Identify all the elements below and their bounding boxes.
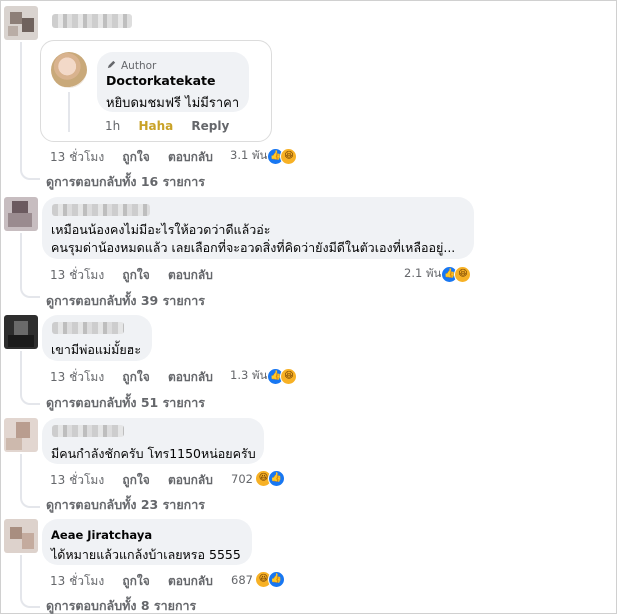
reaction-count: 3.1 พัน bbox=[230, 148, 268, 162]
reply-actions: 1h Haha Reply bbox=[105, 119, 243, 133]
comment-time: 13 ชั่วโมง bbox=[50, 268, 105, 282]
reaction-count: 687 bbox=[231, 572, 253, 587]
thread-line bbox=[20, 278, 40, 298]
comment-time: 13 ชั่วโมง bbox=[50, 370, 105, 384]
like-button[interactable]: ถูกใจ bbox=[122, 473, 149, 487]
reply-text: หยิบดมชมฟรี ไม่มีราคา bbox=[106, 96, 240, 111]
reply-button[interactable]: Reply bbox=[191, 119, 229, 133]
comment-actions: 13 ชั่วโมง ถูกใจ ตอบกลับ bbox=[50, 266, 227, 285]
comment-time: 13 ชั่วโมง bbox=[50, 574, 105, 588]
thread-line bbox=[20, 42, 22, 167]
reply-time: 1h bbox=[105, 119, 121, 133]
reply-button[interactable]: ตอบกลับ bbox=[168, 268, 213, 282]
haha-reaction-icon: 😆 bbox=[280, 147, 298, 165]
haha-reaction-icon: 😆 bbox=[454, 265, 472, 283]
reaction-count: 1.3 พัน bbox=[230, 368, 268, 382]
author-badge: Author bbox=[106, 59, 156, 73]
reply-button[interactable]: ตอบกลับ bbox=[168, 473, 213, 487]
reaction-count: 702 bbox=[231, 471, 253, 486]
comment-time: 13 ชั่วโมง bbox=[50, 473, 105, 487]
view-replies-link[interactable]: ดูการตอบกลับทั้ง 51 รายการ bbox=[46, 393, 205, 413]
comment-time: 13 ชั่วโมง bbox=[50, 150, 105, 164]
author-badge-label: Author bbox=[121, 60, 157, 72]
like-button[interactable]: ถูกใจ bbox=[122, 574, 149, 588]
thread-line bbox=[20, 488, 40, 508]
avatar[interactable] bbox=[4, 6, 38, 40]
commenter-name[interactable]: Aeae Jiratchaya bbox=[51, 528, 152, 542]
comment-text: เขามีพ่อแม่มั้ยฮะ bbox=[51, 342, 142, 357]
comment-actions: 13 ชั่วโมง ถูกใจ ตอบกลับ bbox=[50, 572, 227, 591]
comment-text: ได้หมายแล้วแกล้งบ้าเลยหรอ 5555 bbox=[51, 547, 241, 562]
comment-text-line: คนรุมด่าน้องหมดแล้ว เลยเลือกที่จะอวดสิ่ง… bbox=[51, 240, 456, 255]
view-replies-link[interactable]: ดูการตอบกลับทั้ง 8 รายการ bbox=[46, 596, 196, 616]
like-reaction-icon: 👍 bbox=[267, 571, 285, 588]
reaction-summary[interactable]: 702 😆 👍 bbox=[231, 470, 285, 487]
reaction-summary[interactable]: 1.3 พัน 👍 😆 bbox=[230, 367, 298, 385]
thread-line bbox=[20, 160, 40, 180]
author-avatar[interactable] bbox=[51, 52, 87, 88]
reaction-summary[interactable]: 3.1 พัน 👍 😆 bbox=[230, 147, 298, 165]
view-replies-link[interactable]: ดูการตอบกลับทั้ง 23 รายการ bbox=[46, 495, 205, 515]
reaction-count: 2.1 พัน bbox=[404, 266, 442, 280]
thread-line bbox=[68, 92, 70, 132]
commenter-name-blurred[interactable] bbox=[52, 204, 150, 216]
like-reaction-icon: 👍 bbox=[267, 470, 285, 487]
avatar[interactable] bbox=[4, 519, 38, 553]
reply-button[interactable]: ตอบกลับ bbox=[168, 574, 213, 588]
like-button[interactable]: ถูกใจ bbox=[122, 268, 149, 282]
pencil-icon bbox=[106, 59, 117, 73]
commenter-name-blurred[interactable] bbox=[52, 322, 124, 334]
commenter-name-blurred[interactable] bbox=[52, 14, 132, 28]
thread-line bbox=[20, 588, 40, 608]
haha-reaction-button[interactable]: Haha bbox=[138, 119, 173, 133]
reply-button[interactable]: ตอบกลับ bbox=[168, 150, 213, 164]
reply-button[interactable]: ตอบกลับ bbox=[168, 370, 213, 384]
reaction-summary[interactable]: 687 😆 👍 bbox=[231, 571, 285, 588]
reaction-summary[interactable]: 2.1 พัน 👍 😆 bbox=[404, 265, 472, 283]
comment-text-line: เหมือนน้องคงไม่มีอะไรให้อวดว่าดีแล้วอ่ะ bbox=[51, 222, 271, 237]
haha-reaction-icon: 😆 bbox=[280, 367, 298, 385]
commenter-name-blurred[interactable] bbox=[52, 425, 124, 437]
like-button[interactable]: ถูกใจ bbox=[122, 150, 149, 164]
avatar[interactable] bbox=[4, 315, 38, 349]
comment-actions: 13 ชั่วโมง ถูกใจ ตอบกลับ bbox=[50, 368, 227, 387]
thread-line bbox=[20, 385, 40, 405]
comment-text: มีคนกำลังชักครับ โทร1150หน่อยครับ bbox=[51, 446, 256, 461]
like-button[interactable]: ถูกใจ bbox=[122, 370, 149, 384]
avatar[interactable] bbox=[4, 418, 38, 452]
thread-line bbox=[20, 233, 22, 283]
avatar[interactable] bbox=[4, 197, 38, 231]
comment-actions: 13 ชั่วโมง ถูกใจ ตอบกลับ bbox=[50, 471, 227, 490]
reply-author-name[interactable]: Doctorkatekate bbox=[106, 73, 216, 88]
view-replies-link[interactable]: ดูการตอบกลับทั้ง 39 รายการ bbox=[46, 291, 205, 311]
view-replies-link[interactable]: ดูการตอบกลับทั้ง 16 รายการ bbox=[46, 172, 205, 192]
comment-actions: 13 ชั่วโมง ถูกใจ ตอบกลับ bbox=[50, 148, 227, 167]
